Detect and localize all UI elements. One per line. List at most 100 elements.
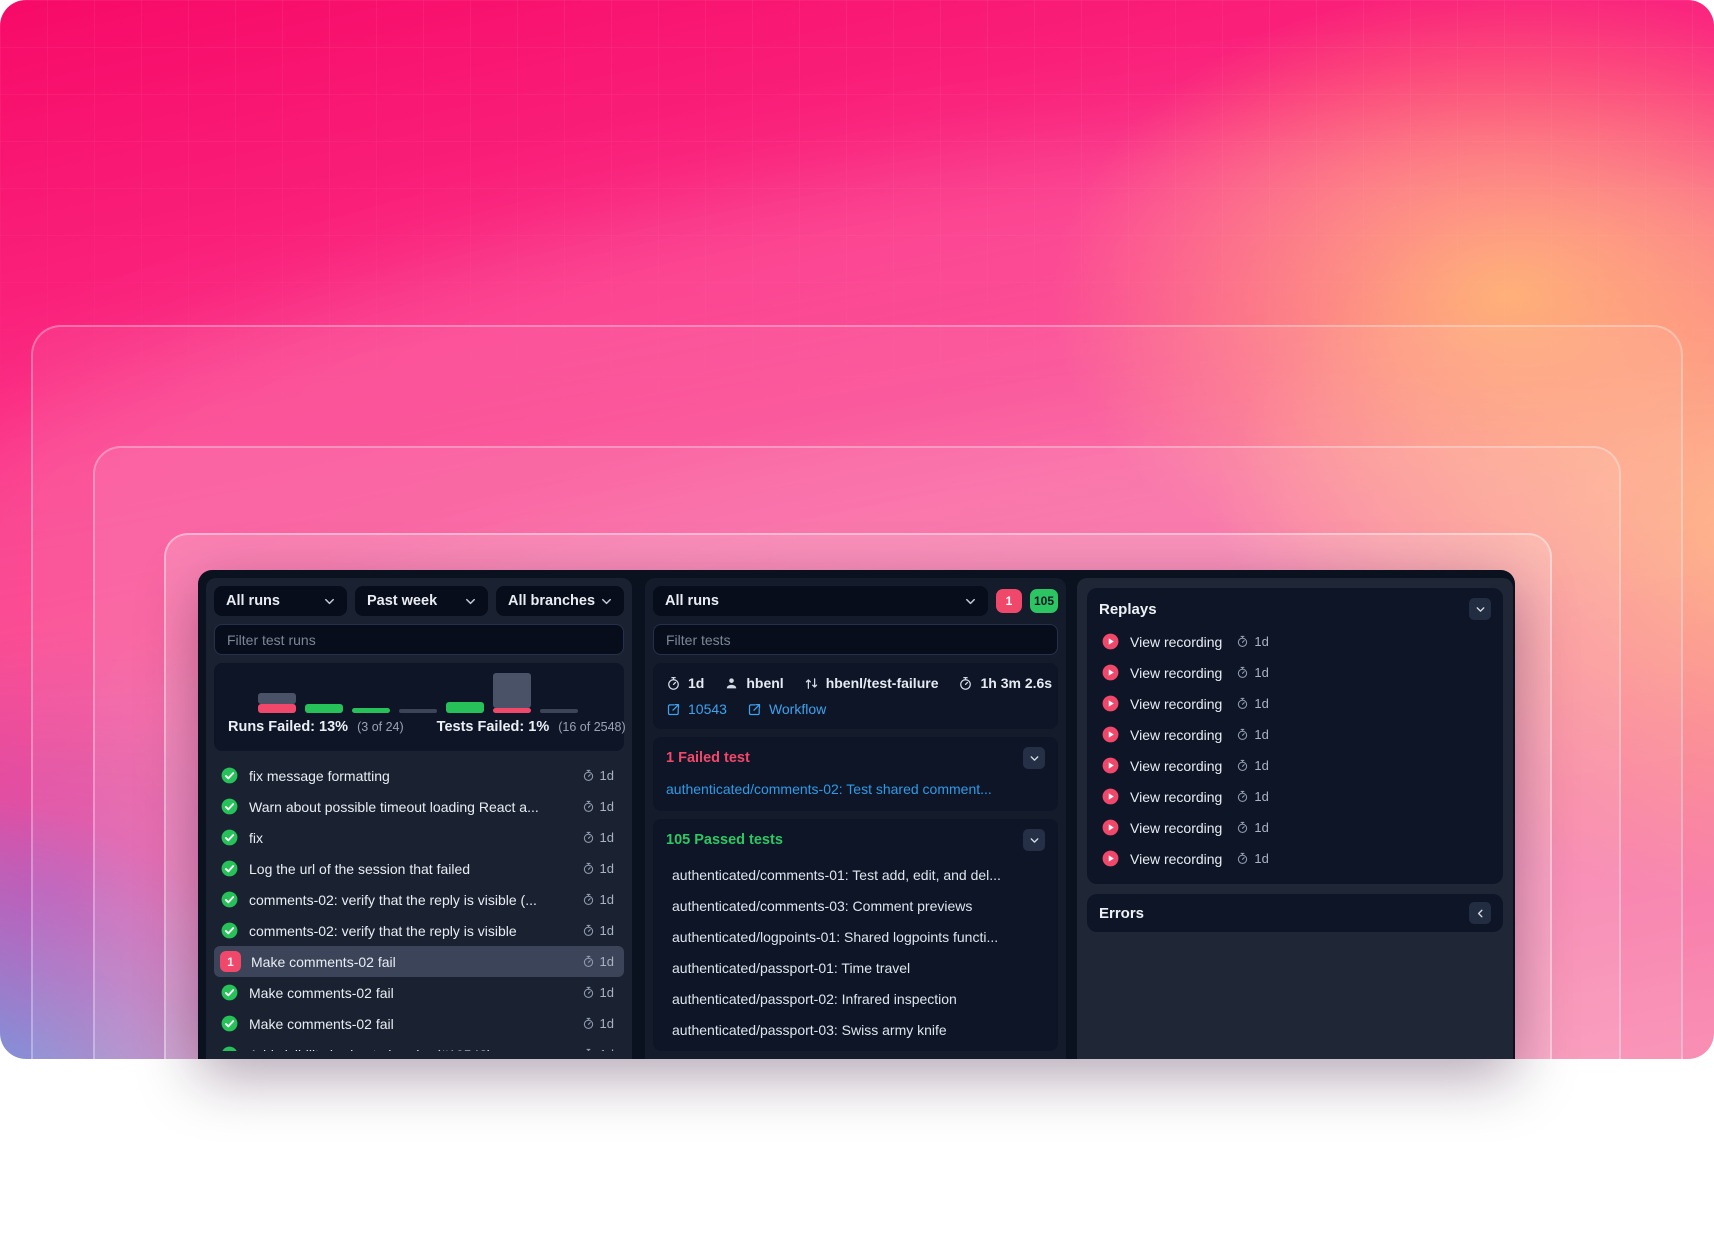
pull-request-link[interactable]: 10543 — [666, 701, 727, 717]
run-title: comments-02: verify that the reply is vi… — [249, 923, 572, 939]
test-run-row[interactable]: fix 1d — [214, 822, 624, 853]
test-run-row[interactable]: Make comments-02 fail 1d — [214, 1008, 624, 1039]
play-circle-icon — [1101, 632, 1120, 651]
expand-errors-button[interactable] — [1469, 902, 1491, 924]
passed-tests-section: 105 Passed tests authenticated/comments-… — [653, 819, 1058, 1051]
passed-tests-badge[interactable]: 105 — [1030, 589, 1058, 613]
test-runs-panel: All runs Past week All branches Runs Fai… — [206, 578, 632, 1059]
play-circle-icon — [1101, 725, 1120, 744]
branch-filter-dropdown[interactable]: All branches — [496, 586, 624, 616]
test-run-row[interactable]: fix message formatting 1d — [214, 760, 624, 791]
play-circle-icon — [1101, 694, 1120, 713]
test-run-row[interactable]: Log the url of the session that failed 1… — [214, 853, 624, 884]
branch-filter-value: All branches — [508, 593, 595, 609]
replays-title: Replays — [1099, 601, 1157, 618]
replay-row[interactable]: View recording 1d — [1099, 781, 1491, 812]
run-branch: hbenl/test-failure — [804, 675, 939, 691]
run-history-chart: Runs Failed: 13% (3 of 24) Tests Failed:… — [214, 663, 624, 751]
collapse-failed-button[interactable] — [1023, 747, 1045, 769]
date-range-dropdown[interactable]: Past week — [355, 586, 488, 616]
check-circle-icon — [220, 859, 239, 878]
replays-panel: Replays View recording 1d View recording… — [1077, 578, 1513, 1059]
replay-row[interactable]: View recording 1d — [1099, 719, 1491, 750]
chart-bar — [258, 693, 296, 713]
stopwatch-icon — [582, 1048, 595, 1051]
stopwatch-icon — [582, 893, 595, 906]
replay-row[interactable]: View recording 1d — [1099, 812, 1491, 843]
check-circle-icon — [220, 1014, 239, 1033]
workflow-link[interactable]: Workflow — [747, 701, 826, 717]
run-time: 1d — [582, 954, 614, 969]
tests-filter-value: All runs — [665, 593, 719, 609]
passed-test-row[interactable]: authenticated/logpoints-01: Shared logpo… — [666, 921, 1045, 952]
errors-section: Errors — [1087, 894, 1503, 932]
collapse-passed-button[interactable] — [1023, 829, 1045, 851]
check-circle-icon — [220, 983, 239, 1002]
failed-count-badge: 1 — [220, 951, 241, 972]
run-time: 1d — [582, 830, 614, 845]
stopwatch-icon — [582, 1017, 595, 1030]
failed-tests-badge[interactable]: 1 — [996, 589, 1022, 613]
chevron-down-icon — [1474, 603, 1487, 616]
chart-bar — [446, 702, 484, 713]
stopwatch-icon — [582, 955, 595, 968]
chart-bar — [352, 708, 390, 713]
run-time: 1d — [582, 892, 614, 907]
test-run-row[interactable]: comments-02: verify that the reply is vi… — [214, 915, 624, 946]
check-circle-icon — [220, 828, 239, 847]
chevron-down-icon — [463, 594, 478, 609]
replay-row[interactable]: View recording 1d — [1099, 657, 1491, 688]
filter-tests-input[interactable] — [653, 624, 1058, 655]
stopwatch-icon — [1236, 790, 1249, 803]
replay-label: View recording — [1130, 696, 1222, 712]
runs-chart-bars — [258, 663, 578, 713]
play-circle-icon — [1101, 849, 1120, 868]
passed-test-row[interactable]: authenticated/comments-03: Comment previ… — [666, 890, 1045, 921]
run-title: comments-02: verify that the reply is vi… — [249, 892, 572, 908]
replay-row[interactable]: View recording 1d — [1099, 750, 1491, 781]
stopwatch-icon — [582, 800, 595, 813]
tests-failed-stat: Tests Failed: 1% (16 of 2548) — [437, 719, 626, 735]
test-run-list: fix message formatting 1d Warn about pos… — [214, 760, 624, 1051]
passed-test-row[interactable]: authenticated/passport-04: Multiplayer — [666, 1045, 1045, 1051]
date-range-value: Past week — [367, 593, 437, 609]
test-run-row[interactable]: Make comments-02 fail 1d — [214, 977, 624, 1008]
stopwatch-icon — [1236, 728, 1249, 741]
passed-test-row[interactable]: authenticated/passport-03: Swiss army kn… — [666, 1014, 1045, 1045]
failed-test-link[interactable]: authenticated/comments-02: Test shared c… — [666, 781, 1045, 797]
replay-row[interactable]: View recording 1d — [1099, 843, 1491, 874]
replay-label: View recording — [1130, 758, 1222, 774]
run-title: Log the url of the session that failed — [249, 861, 572, 877]
check-circle-icon — [220, 890, 239, 909]
replay-label: View recording — [1130, 665, 1222, 681]
run-title: Make comments-02 fail — [251, 954, 572, 970]
run-title: Make comments-02 fail — [249, 985, 572, 1001]
run-title: Make comments-02 fail — [249, 1016, 572, 1032]
replay-label: View recording — [1130, 820, 1222, 836]
run-details: 1d hbenl hbenl/test-failure 1h 3m 2.6s 1… — [653, 663, 1058, 729]
replay-row[interactable]: View recording 1d — [1099, 626, 1491, 657]
runs-filter-dropdown[interactable]: All runs — [214, 586, 347, 616]
replay-row[interactable]: View recording 1d — [1099, 688, 1491, 719]
tests-filter-dropdown[interactable]: All runs — [653, 586, 988, 616]
collapse-replays-button[interactable] — [1469, 598, 1491, 620]
play-circle-icon — [1101, 756, 1120, 775]
run-title: fix — [249, 830, 572, 846]
stopwatch-icon — [958, 676, 973, 691]
run-time: 1d — [582, 923, 614, 938]
run-title: fix message formatting — [249, 768, 572, 784]
test-dashboard-window: All runs Past week All branches Runs Fai… — [198, 570, 1515, 1059]
passed-test-row[interactable]: authenticated/passport-01: Time travel — [666, 952, 1045, 983]
filter-test-runs-input[interactable] — [214, 624, 624, 655]
test-run-row[interactable]: comments-02: verify that the reply is vi… — [214, 884, 624, 915]
replay-label: View recording — [1130, 789, 1222, 805]
test-run-row[interactable]: Add visibility badge to header (#10542) … — [214, 1039, 624, 1051]
passed-test-row[interactable]: authenticated/passport-02: Infrared insp… — [666, 983, 1045, 1014]
test-run-row-selected[interactable]: 1 Make comments-02 fail 1d — [214, 946, 624, 977]
replay-time: 1d — [1236, 851, 1268, 866]
play-circle-icon — [1101, 818, 1120, 837]
stopwatch-icon — [1236, 852, 1249, 865]
passed-test-row[interactable]: authenticated/comments-01: Test add, edi… — [666, 859, 1045, 890]
test-run-row[interactable]: Warn about possible timeout loading Reac… — [214, 791, 624, 822]
chart-bar — [305, 704, 343, 713]
